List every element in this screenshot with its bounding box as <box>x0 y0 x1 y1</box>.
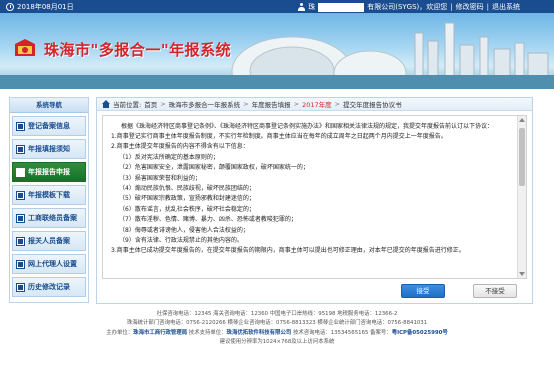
agreement-scrollbar[interactable] <box>517 116 526 278</box>
footer-hotlines: 社保咨询电话：12345 海关咨询电话：12360 中国电子口岸热线：95198… <box>156 311 398 317</box>
agreement-line: （4）煽动民族仇恨、民族歧视，破坏民族团结的； <box>119 185 255 193</box>
agreement-line: 3.商事主体已成功提交年度报告的，在提交年度报告的期限内，商事主体可以提出也可修… <box>111 247 465 255</box>
date-display: 2018年08月01日 <box>6 2 74 12</box>
sidebar-item-label: 工商联络员备案 <box>28 214 77 222</box>
main-panel: 当前位置: 首页 > 珠海市多报合一年报系统 > 年度报告填报 > 2017年度… <box>96 97 533 304</box>
date-text: 2018年08月01日 <box>17 3 74 11</box>
footer-stat-hotlines: 珠海统计部门咨询电话：0756-2120266 横琴企业咨询电话：0756-88… <box>126 320 428 327</box>
scroll-down-icon[interactable] <box>519 272 525 276</box>
breadcrumb-prefix: 当前位置: <box>113 101 142 109</box>
breadcrumb-year[interactable]: 2017年度 <box>302 99 332 109</box>
clock-icon <box>6 3 14 11</box>
user-prefix: 珠 <box>308 3 316 11</box>
bullet-icon <box>16 144 25 154</box>
user-icon <box>298 3 306 11</box>
sidebar-item-label: 登记备案信息 <box>28 122 70 130</box>
support-company: 珠海优拓软件科技有限公司 <box>226 329 292 336</box>
agreement-line: （8）侮辱或者诽谤他人，侵害他人合法权益的； <box>119 226 249 234</box>
agreement-line: 2.商事主体提交年度报告的内容不得含有以下信息： <box>111 143 249 151</box>
footer-credits: 主办单位：珠海市工商行政管理局 技术支持单位：珠海优拓软件科技有限公司 技术咨询… <box>106 329 448 336</box>
sidebar-item-agent[interactable]: 网上代理人设置 <box>12 254 86 274</box>
sidebar-item-customs-staff[interactable]: 报关人员备案 <box>12 231 86 251</box>
sidebar-item-label: 网上代理人设置 <box>28 260 77 268</box>
home-icon <box>102 100 110 108</box>
organizer-name: 珠海市工商行政管理局 <box>133 329 188 336</box>
agreement-line: （9）含有法律、行政法规禁止的其他内容的。 <box>119 237 243 245</box>
agreement-line: （7）散布淫秽、色情、赌博、暴力、凶杀、恐怖或者教唆犯罪的； <box>119 216 297 224</box>
agreement-line: （5）破坏国家宗教政策，宣扬邪教和封建迷信的； <box>119 195 255 203</box>
scroll-thumb[interactable] <box>519 128 525 186</box>
agreement-textbox[interactable]: 根据《珠海经济特区商事登记条例》、《珠海经济特区商事登记条例实施办法》和国家相关… <box>102 115 527 279</box>
bullet-icon <box>16 259 25 269</box>
agreement-line: （2）危害国家安全，泄露国家秘密，颠覆国家政权，破坏国家统一的； <box>119 164 309 172</box>
breadcrumb-current: 提交年度报告协议书 <box>343 101 402 109</box>
sidebar-item-liaison[interactable]: 工商联络员备案 <box>12 208 86 228</box>
bullet-icon <box>16 213 25 223</box>
user-welcome: 珠 有限公司(SYGS)，欢迎您 | 修改密码 | 退出系统 <box>298 2 520 12</box>
bullet-icon <box>16 236 25 246</box>
user-suffix: 有限公司(SYGS)，欢迎您 <box>367 3 448 11</box>
bullet-icon <box>16 190 25 200</box>
agreement-line: （3）损害国家荣誉和利益的； <box>119 174 201 182</box>
sidebar-item-annual-report[interactable]: 年报报告申报 <box>12 162 86 182</box>
bullet-icon <box>16 167 25 177</box>
sidebar-item-registration[interactable]: 登记备案信息 <box>12 116 86 136</box>
accept-button[interactable]: 接受 <box>401 284 445 298</box>
agreement-line: 1.商事登记实行商事主体年度报告制度，不实行年检制度。商事主体应当在每年的成立周… <box>111 133 447 140</box>
agreement-line: （6）散布谣言，扰乱社会秩序，破坏社会稳定的； <box>119 205 255 213</box>
sidebar-item-label: 年报报告申报 <box>28 168 70 176</box>
header-banner: 珠海市"多报合一"年报系统 <box>0 13 554 89</box>
sidebar-item-template-download[interactable]: 年报模板下载 <box>12 185 86 205</box>
sidebar-item-label: 年报填报须知 <box>28 145 70 153</box>
breadcrumb: 当前位置: 首页 > 珠海市多报合一年报系统 > 年度报告填报 > 2017年度… <box>97 98 532 111</box>
sidebar-nav: 系统导航 登记备案信息 年报填报须知 年报报告申报 年报模板下载 工商联络员备案… <box>9 97 89 303</box>
sidebar-item-label: 历史修改记录 <box>28 283 70 291</box>
breadcrumb-system[interactable]: 珠海市多报合一年报系统 <box>169 99 241 109</box>
bullet-icon <box>16 282 25 292</box>
sidebar-header: 系统导航 <box>10 98 88 113</box>
sidebar-item-label: 年报模板下载 <box>28 191 70 199</box>
scroll-up-icon[interactable] <box>519 118 525 122</box>
breadcrumb-filing[interactable]: 年度报告填报 <box>252 99 291 109</box>
agreement-line: （1）反对宪法所确定的基本原则的； <box>119 153 219 161</box>
sidebar-item-history[interactable]: 历史修改记录 <box>12 277 86 297</box>
bullet-icon <box>16 121 25 131</box>
change-password-link[interactable]: 修改密码 <box>456 2 484 12</box>
government-badge-icon <box>15 39 35 56</box>
logout-link[interactable]: 退出系统 <box>492 2 520 12</box>
sidebar-item-filing-notes[interactable]: 年报填报须知 <box>12 139 86 159</box>
sidebar-item-label: 报关人员备案 <box>28 237 70 245</box>
footer-resolution-note: 建议使用分辨率为1024×768及以上访问本系统 <box>219 339 335 346</box>
agreement-line: 根据《珠海经济特区商事登记条例》、《珠海经济特区商事登记条例实施办法》和国家相关… <box>121 123 494 130</box>
top-bar: 2018年08月01日 珠 有限公司(SYGS)，欢迎您 | 修改密码 | 退出… <box>0 0 554 13</box>
breadcrumb-home[interactable]: 首页 <box>144 99 157 109</box>
footer: 社保咨询电话：12345 海关咨询电话：12360 中国电子口岸热线：95198… <box>0 310 554 348</box>
reject-button[interactable]: 不接受 <box>473 284 517 298</box>
icp-number: 粤ICP备05025990号 <box>391 329 448 336</box>
system-title: 珠海市"多报合一"年报系统 <box>44 41 232 59</box>
redacted-name <box>318 2 365 12</box>
